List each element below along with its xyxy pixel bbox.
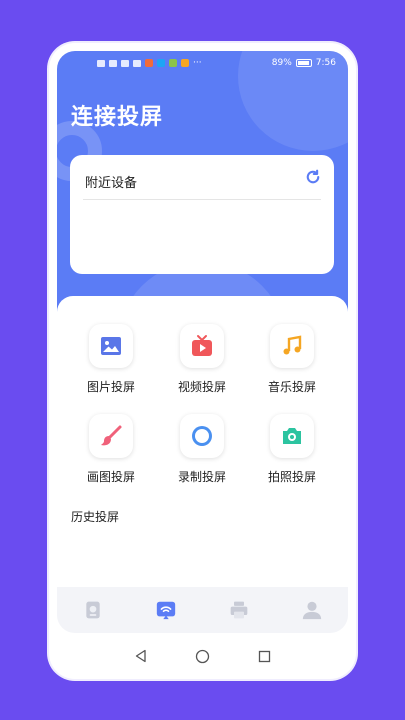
tab-cast[interactable]: [146, 590, 186, 630]
feature-icon-box: [89, 414, 133, 458]
phone-frame: ··· 89% 7:56 连接投屏 附近设备 图片投屏 视频投屏 音乐投屏 画图…: [49, 43, 356, 679]
status-icons: ···: [97, 58, 202, 68]
feature-label: 录制投屏: [177, 470, 226, 484]
feature-music-cast[interactable]: 音乐投屏: [257, 324, 327, 395]
more-notifications-icon: ···: [193, 58, 202, 68]
feature-label: 画图投屏: [86, 470, 135, 484]
nearby-devices-card: 附近设备: [70, 155, 334, 274]
feature-icon-box: [89, 324, 133, 368]
status-bar: ··· 89% 7:56: [57, 51, 348, 75]
recents-square-icon: [258, 650, 271, 662]
divider: [83, 199, 321, 200]
battery-percent: 89%: [271, 58, 292, 68]
app-screen: ··· 89% 7:56 连接投屏 附近设备 图片投屏 视频投屏 音乐投屏 画图…: [57, 51, 348, 633]
brush-icon: [101, 425, 122, 446]
system-nav-bar: [57, 633, 348, 679]
refresh-icon[interactable]: [304, 168, 322, 186]
nearby-devices-title: 附近设备: [85, 176, 138, 191]
feature-photo-cast[interactable]: 拍照投屏: [257, 414, 327, 485]
battery-level: [297, 61, 309, 65]
wifi-icon: [133, 59, 141, 67]
device-icon: [86, 601, 101, 619]
signal-icon: [121, 59, 129, 67]
feature-video-cast[interactable]: 视频投屏: [167, 324, 237, 395]
feature-label: 图片投屏: [86, 380, 135, 394]
camera-icon: [283, 428, 301, 444]
record-circle-icon: [192, 426, 212, 446]
feature-icon-box: [180, 324, 224, 368]
tv-play-icon: [192, 335, 212, 356]
printer-icon: [230, 601, 248, 619]
user-icon: [302, 601, 321, 620]
feature-record-cast[interactable]: 录制投屏: [167, 414, 237, 485]
history-title: 历史投屏: [71, 510, 120, 524]
back-triangle-icon: [135, 649, 146, 663]
feature-image-cast[interactable]: 图片投屏: [76, 324, 146, 395]
feature-label: 音乐投屏: [267, 380, 316, 394]
status-right: 89% 7:56: [272, 58, 336, 68]
image-icon: [101, 337, 121, 355]
feature-icon-box: [270, 324, 314, 368]
battery-icon: [295, 59, 312, 67]
feature-draw-cast[interactable]: 画图投屏: [76, 414, 146, 485]
feature-icon-box: [270, 414, 314, 458]
app-notification-icon: [157, 59, 165, 67]
cast-icon: [156, 601, 176, 620]
nfc-icon: [97, 59, 105, 67]
app-notification-icon: [181, 59, 189, 67]
signal-icon: [109, 59, 117, 67]
tab-profile[interactable]: [292, 590, 332, 630]
music-note-icon: [283, 335, 302, 355]
tab-device[interactable]: [73, 590, 113, 630]
feature-icon-box: [180, 414, 224, 458]
back-button[interactable]: [132, 647, 150, 665]
app-notification-icon: [169, 59, 177, 67]
recents-button[interactable]: [256, 647, 274, 665]
feature-label: 拍照投屏: [267, 470, 316, 484]
home-button[interactable]: [194, 647, 212, 665]
home-circle-icon: [195, 649, 210, 663]
features-panel: 图片投屏 视频投屏 音乐投屏 画图投屏 录制投屏 拍照投屏 历史投屏: [57, 296, 348, 633]
bottom-tab-bar: [57, 587, 348, 633]
tab-print[interactable]: [219, 590, 259, 630]
app-notification-icon: [145, 59, 153, 67]
feature-label: 视频投屏: [177, 380, 226, 394]
page-title: 连接投屏: [71, 105, 164, 130]
clock: 7:56: [315, 58, 336, 68]
